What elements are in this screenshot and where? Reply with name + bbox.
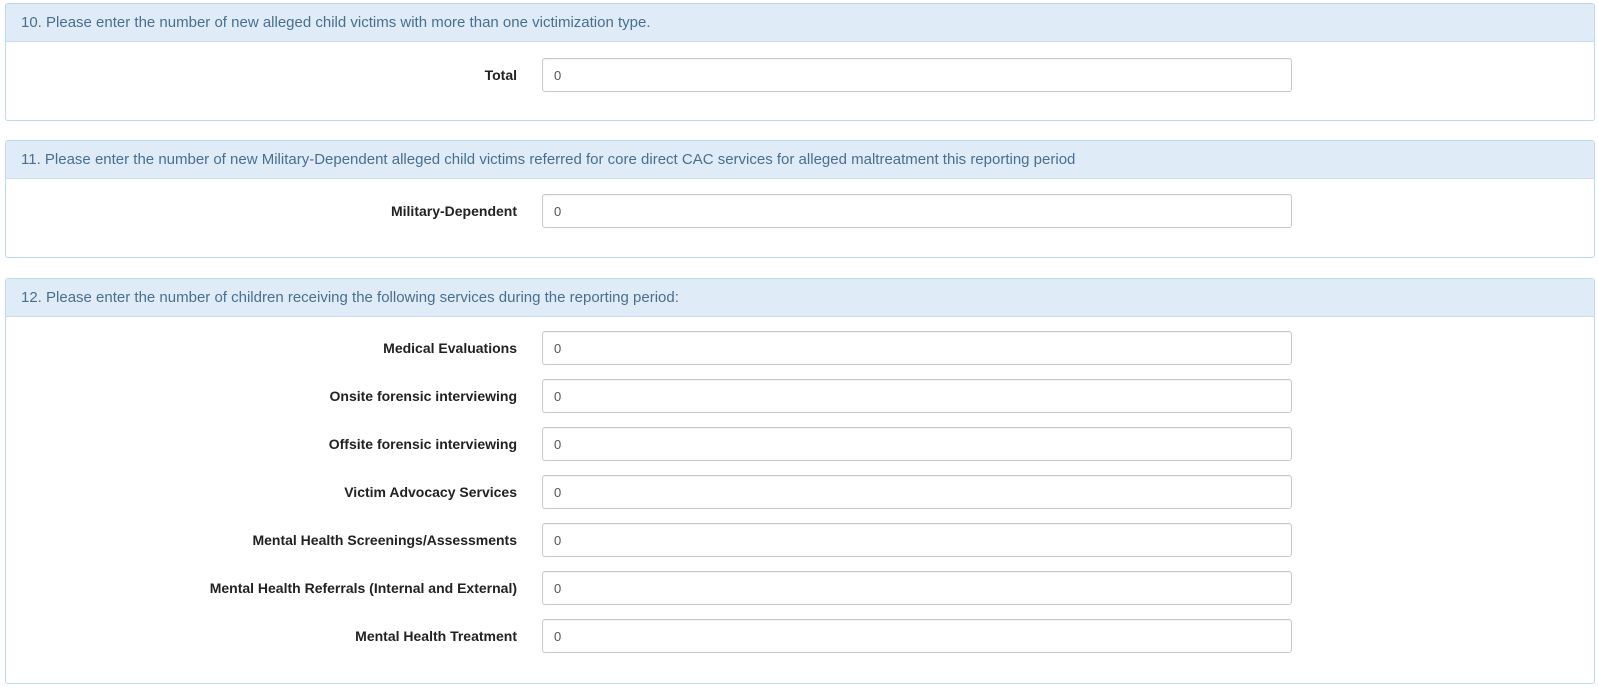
form-row-mental-health-screenings: Mental Health Screenings/Assessments bbox=[6, 523, 1594, 557]
mental-health-screenings-label: Mental Health Screenings/Assessments bbox=[252, 532, 517, 548]
mental-health-screenings-input[interactable] bbox=[542, 523, 1292, 557]
form-row-military-dependent: Military-Dependent bbox=[6, 194, 1594, 228]
form-row-total: Total bbox=[6, 58, 1594, 92]
victim-advocacy-services-input[interactable] bbox=[542, 475, 1292, 509]
offsite-forensic-interviewing-label: Offsite forensic interviewing bbox=[328, 436, 517, 452]
medical-evaluations-label: Medical Evaluations bbox=[383, 340, 517, 356]
total-label: Total bbox=[484, 67, 517, 83]
question-12-heading: 12. Please enter the number of children … bbox=[6, 279, 1594, 317]
form-row-offsite-forensic-interviewing: Offsite forensic interviewing bbox=[6, 427, 1594, 461]
question-10-heading: 10. Please enter the number of new alleg… bbox=[6, 4, 1594, 42]
onsite-forensic-interviewing-input[interactable] bbox=[542, 379, 1292, 413]
form-row-medical-evaluations: Medical Evaluations bbox=[6, 331, 1594, 365]
question-11-heading: 11. Please enter the number of new Milit… bbox=[6, 141, 1594, 179]
question-10-panel: 10. Please enter the number of new alleg… bbox=[5, 3, 1595, 121]
total-input[interactable] bbox=[542, 58, 1292, 92]
form-row-victim-advocacy-services: Victim Advocacy Services bbox=[6, 475, 1594, 509]
victim-advocacy-services-label: Victim Advocacy Services bbox=[344, 484, 517, 500]
onsite-forensic-interviewing-label: Onsite forensic interviewing bbox=[329, 388, 518, 404]
military-dependent-input[interactable] bbox=[542, 194, 1292, 228]
mental-health-treatment-label: Mental Health Treatment bbox=[355, 628, 517, 644]
military-dependent-label: Military-Dependent bbox=[390, 203, 517, 219]
form-row-onsite-forensic-interviewing: Onsite forensic interviewing bbox=[6, 379, 1594, 413]
form-row-mental-health-treatment: Mental Health Treatment bbox=[6, 619, 1594, 653]
question-12-panel: 12. Please enter the number of children … bbox=[5, 278, 1595, 684]
question-11-panel: 11. Please enter the number of new Milit… bbox=[5, 140, 1595, 258]
mental-health-treatment-input[interactable] bbox=[542, 619, 1292, 653]
form-row-mental-health-referrals: Mental Health Referrals (Internal and Ex… bbox=[6, 571, 1594, 605]
mental-health-referrals-input[interactable] bbox=[542, 571, 1292, 605]
offsite-forensic-interviewing-input[interactable] bbox=[542, 427, 1292, 461]
mental-health-referrals-label: Mental Health Referrals (Internal and Ex… bbox=[209, 580, 517, 596]
medical-evaluations-input[interactable] bbox=[542, 331, 1292, 365]
